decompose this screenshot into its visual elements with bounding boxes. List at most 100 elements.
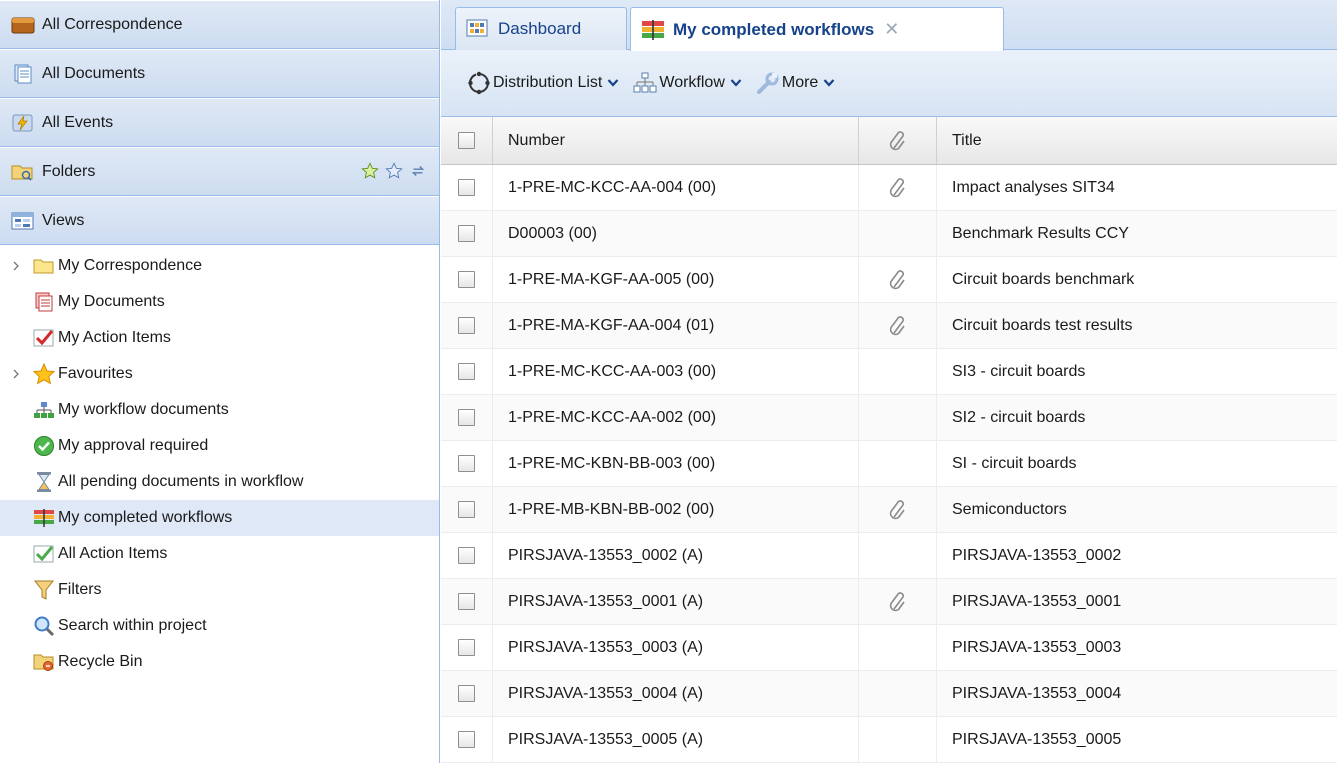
tree-item-my-workflow-documents[interactable]: My workflow documents xyxy=(0,392,439,428)
tree-item-label: My Action Items xyxy=(58,329,171,346)
tree-item-all-pending-documents-in-workflow[interactable]: All pending documents in workflow xyxy=(0,464,439,500)
tab-my-completed-workflows[interactable]: My completed workflows ✕ xyxy=(630,7,1004,51)
table-row[interactable]: PIRSJAVA-13553_0005 (A) PIRSJAVA-13553_00… xyxy=(441,717,1337,763)
tab-dashboard[interactable]: Dashboard xyxy=(455,7,627,50)
table-row[interactable]: 1-PRE-MC-KBN-BB-003 (00) SI - circuit boa… xyxy=(441,441,1337,487)
row-checkbox[interactable] xyxy=(458,731,475,748)
views-icon xyxy=(11,211,35,231)
tree-item-label: Search within project xyxy=(58,617,207,634)
table-row[interactable]: 1-PRE-MB-KBN-BB-002 (00) Semiconductors xyxy=(441,487,1337,533)
main-panel: Dashboard My completed workflows ✕ Distr… xyxy=(441,0,1337,763)
tree-item-recycle-bin[interactable]: Recycle Bin xyxy=(0,644,439,680)
table-row[interactable]: 1-PRE-MC-KCC-AA-003 (00) SI3 - circuit bo… xyxy=(441,349,1337,395)
chevron-down-icon xyxy=(824,79,835,87)
grid-header-row: Number Title xyxy=(441,117,1337,165)
workflow-button[interactable]: Workflow xyxy=(633,71,742,95)
more-button[interactable]: More xyxy=(756,71,835,95)
table-row[interactable]: PIRSJAVA-13553_0001 (A) PIRSJAVA-13553_00… xyxy=(441,579,1337,625)
close-tab-icon[interactable]: ✕ xyxy=(884,19,899,40)
workflow-icon xyxy=(33,400,55,420)
attachment-cell[interactable] xyxy=(859,487,937,532)
table-row[interactable]: PIRSJAVA-13553_0004 (A) PIRSJAVA-13553_00… xyxy=(441,671,1337,717)
row-select-cell xyxy=(441,349,493,394)
tree-item-all-action-items[interactable]: All Action Items xyxy=(0,536,439,572)
title-cell: SI3 - circuit boards xyxy=(952,362,1086,380)
row-checkbox[interactable] xyxy=(458,317,475,334)
tree-item-filters[interactable]: Filters xyxy=(0,572,439,608)
title-cell: PIRSJAVA-13553_0002 xyxy=(952,546,1122,564)
table-row[interactable]: 1-PRE-MC-KCC-AA-004 (00) Impact analyses … xyxy=(441,165,1337,211)
folders-icon xyxy=(11,162,35,182)
row-checkbox[interactable] xyxy=(458,363,475,380)
column-header-attachment[interactable] xyxy=(859,117,937,164)
paperclip-icon xyxy=(889,499,905,519)
tree-item-label: Filters xyxy=(58,581,102,598)
title-cell: Benchmark Results CCY xyxy=(952,224,1129,242)
add-favourite-star-icon[interactable] xyxy=(361,162,379,185)
column-header-title[interactable]: Title xyxy=(937,117,1337,164)
attachment-cell[interactable] xyxy=(859,579,937,624)
section-all-events[interactable]: All Events xyxy=(0,98,439,147)
row-select-cell xyxy=(441,165,493,210)
chevron-right-icon[interactable] xyxy=(10,367,22,379)
row-checkbox[interactable] xyxy=(458,271,475,288)
tree-item-my-correspondence[interactable]: My Correspondence xyxy=(0,248,439,284)
number-cell: 1-PRE-MA-KGF-AA-004 (01) xyxy=(493,303,859,348)
section-all-documents[interactable]: All Documents xyxy=(0,49,439,98)
tree-item-favourites[interactable]: Favourites xyxy=(0,356,439,392)
tree-item-my-documents[interactable]: My Documents xyxy=(0,284,439,320)
row-select-cell xyxy=(441,671,493,716)
select-all-checkbox[interactable] xyxy=(458,132,475,149)
section-label: All Correspondence xyxy=(42,15,183,33)
attachment-cell[interactable] xyxy=(859,165,937,210)
tree-item-label: My Correspondence xyxy=(58,257,203,274)
table-row[interactable]: PIRSJAVA-13553_0003 (A) PIRSJAVA-13553_00… xyxy=(441,625,1337,671)
hourglass-icon xyxy=(33,472,55,492)
row-select-cell xyxy=(441,303,493,348)
section-all-correspondence[interactable]: All Correspondence xyxy=(0,0,439,49)
row-checkbox[interactable] xyxy=(458,685,475,702)
tree-item-my-completed-workflows[interactable]: My completed workflows xyxy=(0,500,439,536)
row-checkbox[interactable] xyxy=(458,225,475,242)
chevron-right-icon[interactable] xyxy=(10,259,22,271)
attachment-cell xyxy=(859,671,937,716)
row-checkbox[interactable] xyxy=(458,593,475,610)
section-label: Folders xyxy=(42,162,96,180)
favourites-star-icon[interactable] xyxy=(385,162,403,185)
title-cell: SI - circuit boards xyxy=(952,454,1077,472)
attachment-cell xyxy=(859,349,937,394)
distribution-list-button[interactable]: Distribution List xyxy=(467,71,619,95)
table-row[interactable]: 1-PRE-MC-KCC-AA-002 (00) SI2 - circuit bo… xyxy=(441,395,1337,441)
refresh-icon[interactable] xyxy=(409,162,427,185)
column-header-number[interactable]: Number xyxy=(493,117,859,164)
title-cell: Circuit boards benchmark xyxy=(952,270,1135,288)
select-all-cell xyxy=(441,117,493,164)
row-checkbox[interactable] xyxy=(458,179,475,196)
row-checkbox[interactable] xyxy=(458,501,475,518)
table-row[interactable]: PIRSJAVA-13553_0002 (A) PIRSJAVA-13553_00… xyxy=(441,533,1337,579)
attachment-cell[interactable] xyxy=(859,257,937,302)
row-checkbox[interactable] xyxy=(458,639,475,656)
row-select-cell xyxy=(441,441,493,486)
table-row[interactable]: 1-PRE-MA-KGF-AA-005 (00) Circuit boards b… xyxy=(441,257,1337,303)
tree-item-my-action-items[interactable]: My Action Items xyxy=(0,320,439,356)
row-checkbox[interactable] xyxy=(458,547,475,564)
section-folders[interactable]: Folders xyxy=(0,147,439,196)
row-select-cell xyxy=(441,625,493,670)
row-checkbox[interactable] xyxy=(458,409,475,426)
tree-item-search-within-project[interactable]: Search within project xyxy=(0,608,439,644)
tree-item-my-approval-required[interactable]: My approval required xyxy=(0,428,439,464)
row-checkbox[interactable] xyxy=(458,455,475,472)
section-views[interactable]: Views xyxy=(0,196,439,245)
distribution-list-label: Distribution List xyxy=(493,74,603,91)
tab-bar: Dashboard My completed workflows ✕ xyxy=(441,0,1337,51)
attachment-cell xyxy=(859,717,937,762)
table-row[interactable]: D00003 (00) Benchmark Results CCY xyxy=(441,211,1337,257)
paperclip-icon xyxy=(889,591,905,611)
attachment-cell[interactable] xyxy=(859,303,937,348)
attachment-cell xyxy=(859,533,937,578)
paperclip-icon xyxy=(889,315,905,335)
number-cell: PIRSJAVA-13553_0004 (A) xyxy=(493,671,859,716)
table-row[interactable]: 1-PRE-MA-KGF-AA-004 (01) Circuit boards t… xyxy=(441,303,1337,349)
navigation-panel: All Correspondence All Documents All Eve… xyxy=(0,0,440,763)
